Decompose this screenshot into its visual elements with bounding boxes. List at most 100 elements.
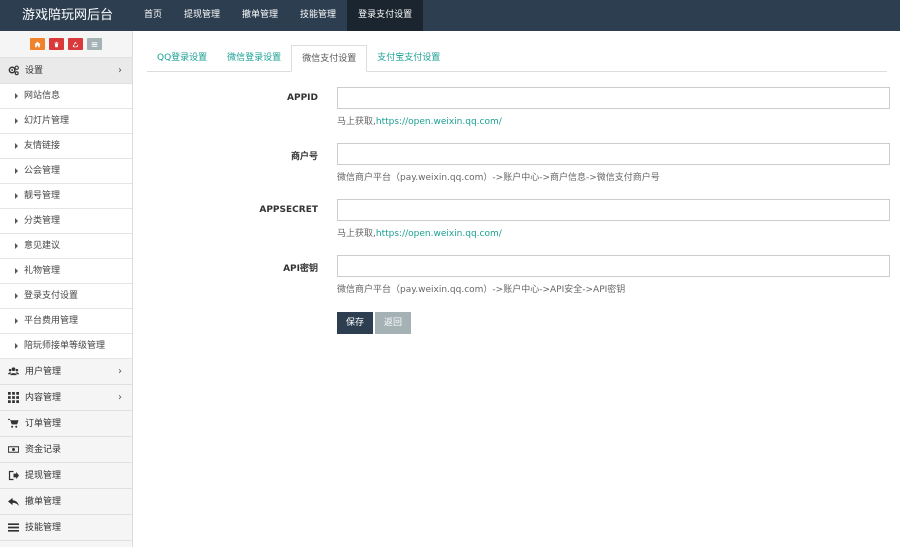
- sidebar-item-pretty-numbers[interactable]: 靓号管理: [0, 184, 132, 209]
- list-button[interactable]: [87, 38, 102, 50]
- caret-right-icon: [15, 168, 18, 174]
- recycle-button[interactable]: [68, 38, 83, 50]
- top-navbar: 游戏陪玩网后台 首页 提现管理 撤单管理 技能管理 登录支付设置: [0, 0, 900, 31]
- caret-right-icon: [15, 243, 18, 249]
- topnav-home[interactable]: 首页: [133, 0, 173, 31]
- sidebar-item-companion-levels[interactable]: 陪玩师接单等级管理: [0, 334, 132, 359]
- sidebar-item-friend-links[interactable]: 友情链接: [0, 134, 132, 159]
- mchid-label: 商户号: [290, 152, 318, 162]
- appid-label: APPID: [287, 93, 318, 103]
- sidebar-group-label: 资金记录: [25, 444, 62, 455]
- sidebar-group-label: 内容管理: [25, 392, 62, 403]
- caret-right-icon: [15, 118, 18, 124]
- sidebar-group-label: 用户管理: [25, 366, 62, 377]
- topnav-login-pay-settings[interactable]: 登录支付设置: [347, 0, 424, 31]
- sidebar-item-label: 靓号管理: [24, 190, 61, 201]
- sidebar-group-cancel-orders[interactable]: 撤单管理: [0, 489, 132, 515]
- sidebar-item-label: 陪玩师接单等级管理: [24, 340, 106, 351]
- appid-help: 马上获取,https://open.weixin.qq.com/: [337, 114, 502, 127]
- trash-button[interactable]: [49, 38, 64, 50]
- users-icon: [7, 366, 20, 377]
- main-content: QQ登录设置 微信登录设置 微信支付设置 支付宝支付设置 APPID 马上获取,…: [133, 31, 900, 547]
- sidebar-group-content[interactable]: 内容管理 ›: [0, 385, 132, 411]
- topnav-skills[interactable]: 技能管理: [289, 0, 347, 31]
- appsecret-input[interactable]: [337, 199, 890, 221]
- sidebar-group-skills[interactable]: 技能管理: [0, 515, 132, 541]
- mchid-help: 微信商户平台（pay.weixin.qq.com）->账户中心->商户信息->微…: [337, 173, 660, 183]
- app-title[interactable]: 游戏陪玩网后台: [0, 0, 133, 31]
- appsecret-help: 马上获取,https://open.weixin.qq.com/: [337, 226, 502, 239]
- sidebar-group-label: 技能管理: [25, 522, 62, 533]
- appid-help-text: 马上获取,: [337, 117, 376, 127]
- tab-qq-login[interactable]: QQ登录设置: [147, 45, 217, 72]
- save-button[interactable]: 保存: [337, 312, 373, 334]
- sidebar-item-label: 分类管理: [24, 215, 61, 226]
- sidebar-group-label: 设置: [25, 65, 44, 76]
- back-button[interactable]: 返回: [375, 312, 411, 334]
- sidebar-group-orders[interactable]: 订单管理: [0, 411, 132, 437]
- sidebar-item-label: 登录支付设置: [24, 290, 79, 301]
- sidebar-item-feedback[interactable]: 意见建议: [0, 234, 132, 259]
- quick-buttons: [0, 31, 132, 58]
- sidebar-item-label: 意见建议: [24, 240, 61, 251]
- sidebar-group-label: 提现管理: [25, 470, 62, 481]
- reply-icon: [7, 496, 20, 507]
- top-nav: 首页 提现管理 撤单管理 技能管理 登录支付设置: [133, 0, 424, 31]
- sidebar-item-label: 网站信息: [24, 90, 61, 101]
- sidebar-item-guilds[interactable]: 公会管理: [0, 159, 132, 184]
- sidebar-item-label: 友情链接: [24, 140, 61, 151]
- chevron-right-icon: ›: [118, 366, 122, 377]
- sidebar-item-login-pay-settings[interactable]: 登录支付设置: [0, 284, 132, 309]
- sidebar-group-withdraw[interactable]: 提现管理: [0, 463, 132, 489]
- sidebar-item-label: 公会管理: [24, 165, 61, 176]
- caret-right-icon: [15, 93, 18, 99]
- sidebar-item-slides[interactable]: 幻灯片管理: [0, 109, 132, 134]
- sidebar-group-label: 订单管理: [25, 418, 62, 429]
- recycle-icon: [72, 41, 79, 47]
- sidebar: 设置 › 网站信息 幻灯片管理 友情链接 公会管理 靓号管理 分类管理 意见建议…: [0, 31, 133, 547]
- sidebar-group-funds[interactable]: 资金记录: [0, 437, 132, 463]
- sidebar-item-label: 礼物管理: [24, 265, 61, 276]
- sidebar-item-label: 平台费用管理: [24, 315, 79, 326]
- gears-icon: [7, 65, 20, 76]
- caret-right-icon: [15, 143, 18, 149]
- grid-icon: [7, 392, 20, 403]
- apikey-label: API密钥: [283, 264, 318, 274]
- sidebar-item-site-info[interactable]: 网站信息: [0, 84, 132, 109]
- caret-right-icon: [15, 318, 18, 324]
- appsecret-label: APPSECRET: [259, 205, 318, 215]
- sidebar-item-categories[interactable]: 分类管理: [0, 209, 132, 234]
- home-button[interactable]: [30, 38, 45, 50]
- appsecret-help-text: 马上获取,: [337, 229, 376, 239]
- tab-wechat-login[interactable]: 微信登录设置: [217, 45, 291, 72]
- caret-right-icon: [15, 218, 18, 224]
- chevron-right-icon: ›: [118, 65, 122, 76]
- topnav-cancel-orders[interactable]: 撤单管理: [231, 0, 289, 31]
- apikey-help: 微信商户平台（pay.weixin.qq.com）->账户中心->API安全->…: [337, 285, 626, 295]
- tab-wechat-pay[interactable]: 微信支付设置: [291, 45, 368, 72]
- tab-alipay[interactable]: 支付宝支付设置: [367, 45, 450, 72]
- apikey-input[interactable]: [337, 255, 890, 277]
- caret-right-icon: [15, 343, 18, 349]
- sidebar-item-label: 幻灯片管理: [24, 115, 70, 126]
- sidebar-group-settings[interactable]: 设置 ›: [0, 58, 132, 84]
- trash-icon: [54, 41, 59, 47]
- sidebar-group-label: 撤单管理: [25, 496, 62, 507]
- topnav-withdraw[interactable]: 提现管理: [173, 0, 231, 31]
- sign-out-icon: [7, 470, 20, 481]
- chevron-right-icon: ›: [118, 392, 122, 403]
- settings-tabs: QQ登录设置 微信登录设置 微信支付设置 支付宝支付设置: [147, 45, 887, 72]
- appsecret-help-link[interactable]: https://open.weixin.qq.com/: [376, 229, 502, 239]
- caret-right-icon: [15, 293, 18, 299]
- mchid-input[interactable]: [337, 143, 890, 165]
- sidebar-group-users[interactable]: 用户管理 ›: [0, 359, 132, 385]
- list-icon: [91, 41, 98, 47]
- appid-input[interactable]: [337, 87, 890, 109]
- sidebar-item-gifts[interactable]: 礼物管理: [0, 259, 132, 284]
- caret-right-icon: [15, 268, 18, 274]
- sidebar-item-platform-fees[interactable]: 平台费用管理: [0, 309, 132, 334]
- money-icon: [7, 444, 20, 455]
- home-icon: [34, 41, 41, 47]
- cart-icon: [7, 418, 20, 429]
- appid-help-link[interactable]: https://open.weixin.qq.com/: [376, 117, 502, 127]
